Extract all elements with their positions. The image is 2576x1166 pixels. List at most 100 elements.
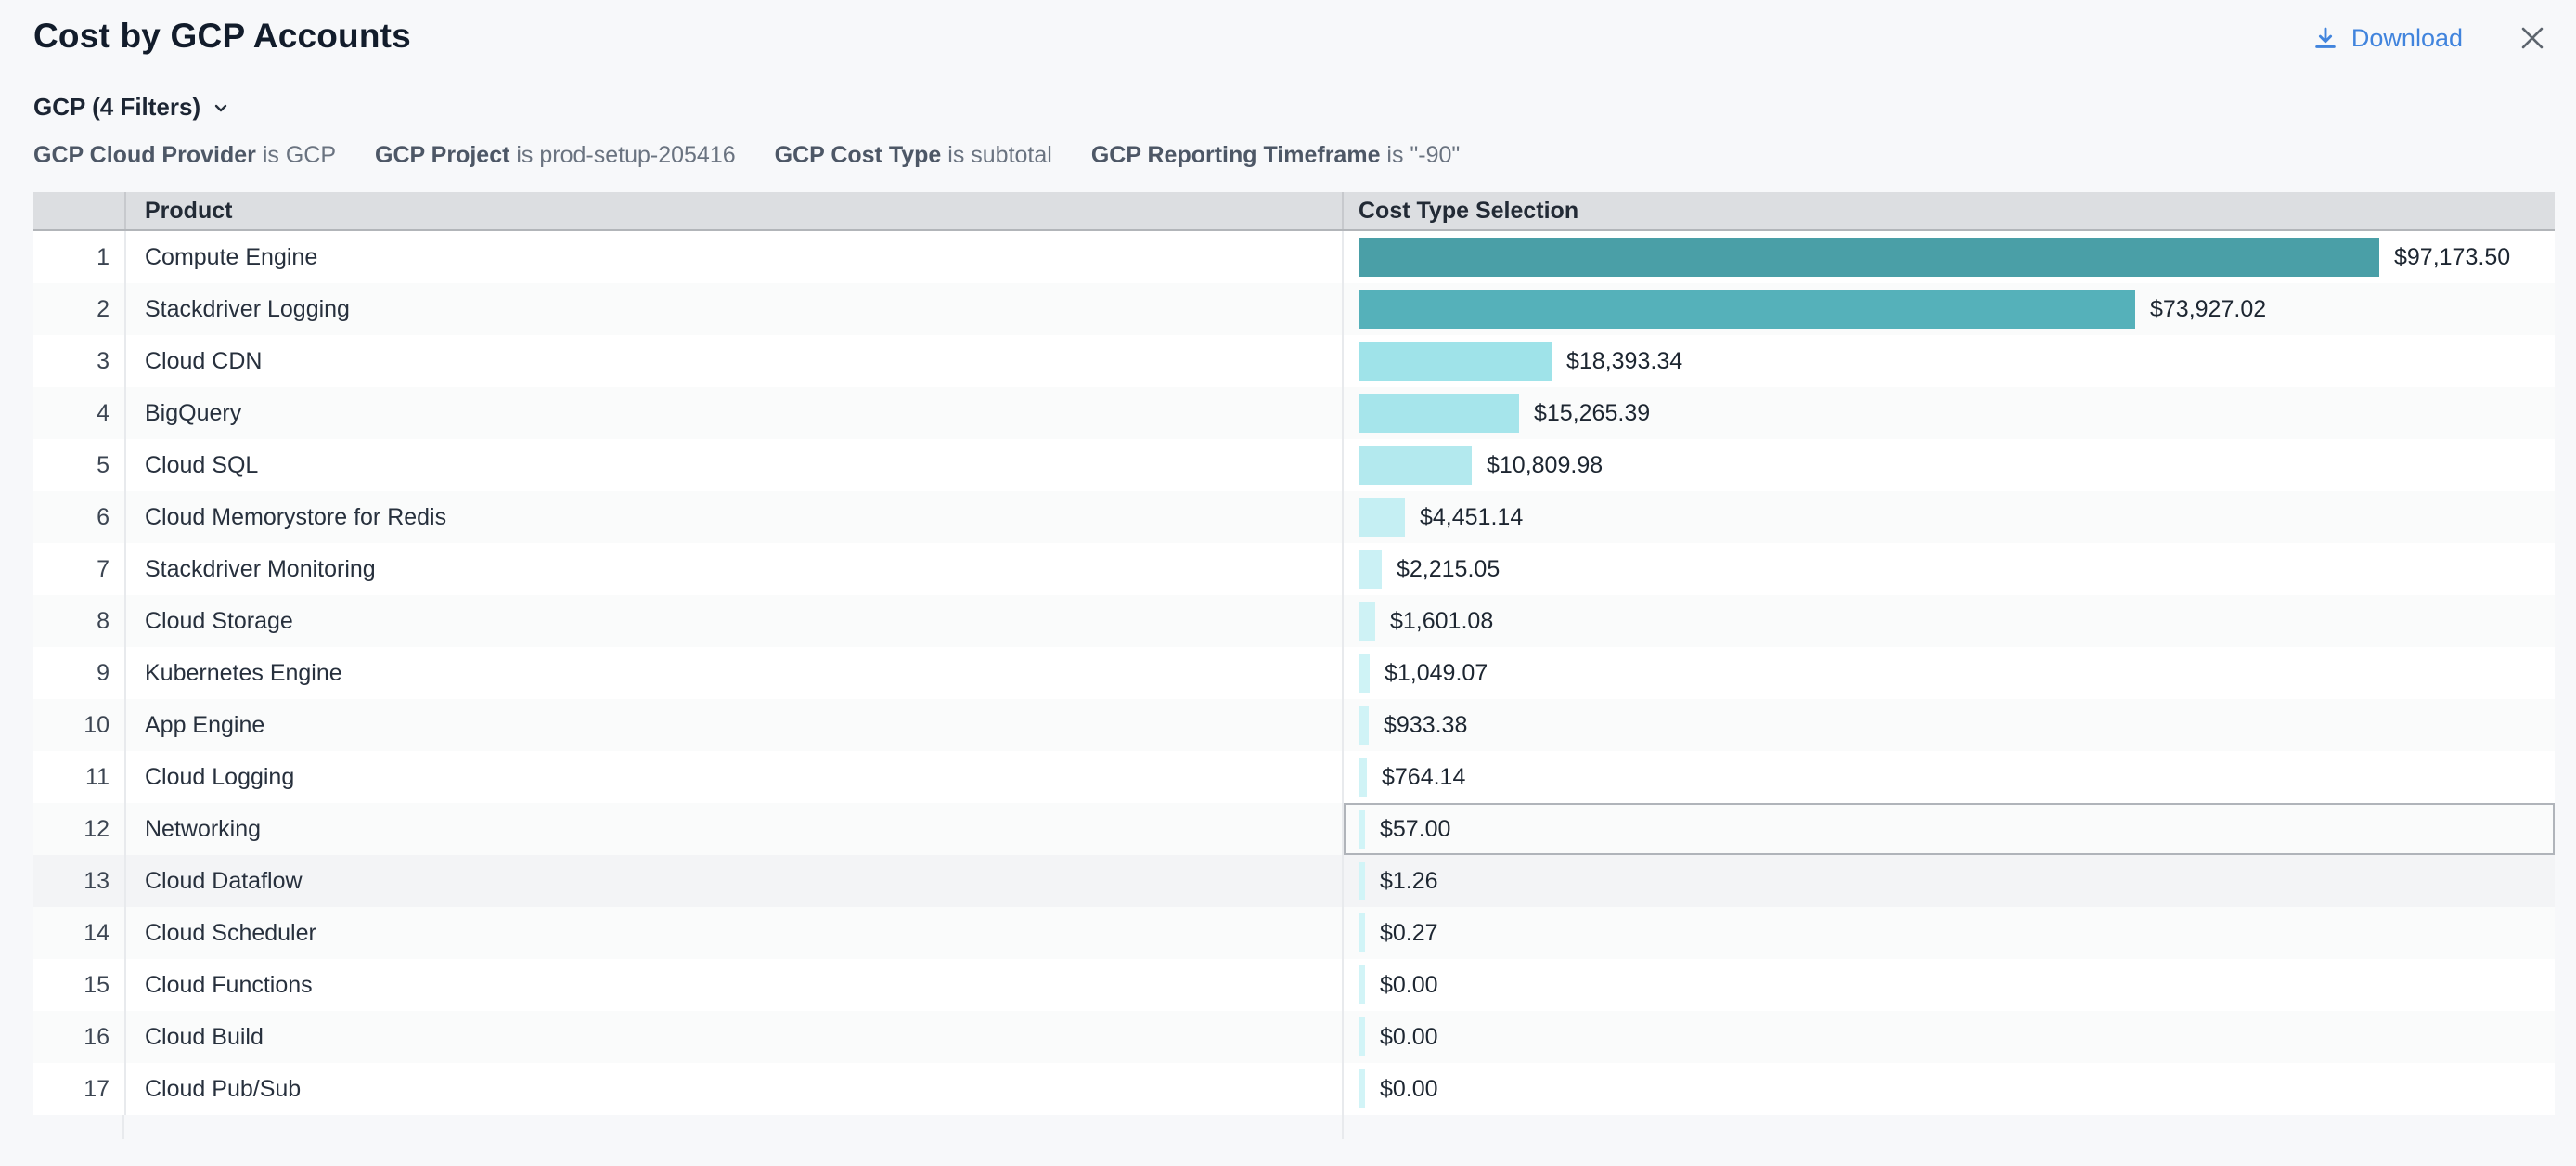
row-number-cell: 3 — [33, 335, 124, 387]
table-header-row: Product Cost Type Selection — [33, 192, 2555, 231]
product-cell[interactable]: Stackdriver Logging — [124, 283, 1342, 335]
product-cell[interactable]: Cloud SQL — [124, 439, 1342, 491]
product-cell[interactable]: Cloud Build — [124, 1011, 1342, 1063]
row-number-cell: 11 — [33, 751, 124, 803]
table-row[interactable]: 10 App Engine $933.38 — [33, 699, 2555, 751]
filters-summary-label: GCP (4 Filters) — [33, 93, 200, 122]
filters-dropdown[interactable]: GCP (4 Filters) — [33, 93, 2576, 122]
table-row[interactable]: 8 Cloud Storage $1,601.08 — [33, 595, 2555, 647]
cost-bar — [1359, 498, 1405, 537]
table-row[interactable]: 5 Cloud SQL $10,809.98 — [33, 439, 2555, 491]
cost-bar — [1359, 810, 1365, 849]
cost-cell[interactable]: $57.00 — [1342, 803, 2555, 855]
row-number-cell: 15 — [33, 959, 124, 1011]
cost-value-label: $0.00 — [1380, 1076, 1438, 1103]
product-cell[interactable]: BigQuery — [124, 387, 1342, 439]
table-row[interactable]: 6 Cloud Memorystore for Redis $4,451.14 — [33, 491, 2555, 543]
cost-value-label: $0.27 — [1380, 920, 1438, 947]
cost-value-label: $97,173.50 — [2394, 244, 2510, 271]
cost-cell[interactable]: $2,215.05 — [1342, 543, 2555, 595]
cost-cell[interactable]: $18,393.34 — [1342, 335, 2555, 387]
filter-chip: GCP Reporting Timeframe is "-90" — [1091, 142, 1460, 169]
row-number-cell: 6 — [33, 491, 124, 543]
product-cell[interactable]: App Engine — [124, 699, 1342, 751]
cost-by-gcp-accounts-modal: Cost by GCP Accounts Download GCP — [0, 0, 2576, 1166]
cost-value-label: $15,265.39 — [1534, 400, 1650, 427]
product-cell[interactable]: Cloud Scheduler — [124, 907, 1342, 959]
column-header-product[interactable]: Product — [124, 192, 1342, 229]
column-header-cost-type-selection[interactable]: Cost Type Selection — [1342, 192, 2555, 229]
table-row[interactable]: 16 Cloud Build $0.00 — [33, 1011, 2555, 1063]
cost-bar — [1359, 1017, 1365, 1056]
table-row[interactable]: 14 Cloud Scheduler $0.27 — [33, 907, 2555, 959]
row-number-cell: 14 — [33, 907, 124, 959]
product-cell[interactable]: Compute Engine — [124, 231, 1342, 283]
grid-line-stub — [122, 1115, 124, 1139]
cost-value-label: $10,809.98 — [1487, 452, 1603, 479]
cost-value-label: $0.00 — [1380, 1024, 1438, 1051]
row-number-cell: 16 — [33, 1011, 124, 1063]
table-row[interactable]: 15 Cloud Functions $0.00 — [33, 959, 2555, 1011]
cost-cell[interactable]: $0.27 — [1342, 907, 2555, 959]
download-button[interactable]: Download — [2312, 24, 2463, 53]
row-number-cell: 9 — [33, 647, 124, 699]
cost-bar — [1359, 1069, 1365, 1108]
cost-value-label: $4,451.14 — [1420, 504, 1523, 531]
product-cell[interactable]: Kubernetes Engine — [124, 647, 1342, 699]
cost-value-label: $1,049.07 — [1385, 660, 1488, 687]
cost-cell[interactable]: $0.00 — [1342, 959, 2555, 1011]
product-cell[interactable]: Cloud Logging — [124, 751, 1342, 803]
row-number-cell: 2 — [33, 283, 124, 335]
table-row[interactable]: 1 Compute Engine $97,173.50 — [33, 231, 2555, 283]
table-row[interactable]: 12 Networking $57.00 — [33, 803, 2555, 855]
cost-value-label: $18,393.34 — [1566, 348, 1682, 375]
table-row[interactable]: 13 Cloud Dataflow $1.26 — [33, 855, 2555, 907]
cost-cell[interactable]: $0.00 — [1342, 1011, 2555, 1063]
cost-bar — [1359, 654, 1370, 693]
cost-cell[interactable]: $73,927.02 — [1342, 283, 2555, 335]
table-row[interactable]: 9 Kubernetes Engine $1,049.07 — [33, 647, 2555, 699]
row-number-cell: 7 — [33, 543, 124, 595]
table-row[interactable]: 4 BigQuery $15,265.39 — [33, 387, 2555, 439]
table-row[interactable]: 3 Cloud CDN $18,393.34 — [33, 335, 2555, 387]
cost-cell[interactable]: $1,601.08 — [1342, 595, 2555, 647]
cost-cell[interactable]: $4,451.14 — [1342, 491, 2555, 543]
cost-bar — [1359, 758, 1367, 797]
cost-cell[interactable]: $10,809.98 — [1342, 439, 2555, 491]
filter-chip: GCP Cloud Provider is GCP — [33, 142, 336, 169]
product-cell[interactable]: Networking — [124, 803, 1342, 855]
table-row[interactable]: 17 Cloud Pub/Sub $0.00 — [33, 1063, 2555, 1115]
cost-bar — [1359, 913, 1365, 952]
cost-cell[interactable]: $764.14 — [1342, 751, 2555, 803]
table-body: 1 Compute Engine $97,173.50 2 Stackdrive… — [33, 231, 2555, 1115]
download-label: Download — [2351, 24, 2463, 53]
table-row[interactable]: 11 Cloud Logging $764.14 — [33, 751, 2555, 803]
cost-cell[interactable]: $0.00 — [1342, 1063, 2555, 1115]
product-cell[interactable]: Cloud Functions — [124, 959, 1342, 1011]
cost-cell[interactable]: $1,049.07 — [1342, 647, 2555, 699]
cost-cell[interactable]: $933.38 — [1342, 699, 2555, 751]
cost-value-label: $2,215.05 — [1397, 556, 1500, 583]
cost-cell[interactable]: $1.26 — [1342, 855, 2555, 907]
cost-cell[interactable]: $15,265.39 — [1342, 387, 2555, 439]
grid-line-stub — [1342, 1115, 1344, 1139]
cost-cell[interactable]: $97,173.50 — [1342, 231, 2555, 283]
cost-value-label: $1.26 — [1380, 868, 1438, 895]
table-row[interactable]: 7 Stackdriver Monitoring $2,215.05 — [33, 543, 2555, 595]
titlebar: Cost by GCP Accounts Download — [0, 0, 2576, 56]
product-cell[interactable]: Cloud Dataflow — [124, 855, 1342, 907]
row-number-cell: 4 — [33, 387, 124, 439]
product-cell[interactable]: Cloud Pub/Sub — [124, 1063, 1342, 1115]
cost-bar — [1359, 550, 1382, 589]
cost-value-label: $0.00 — [1380, 972, 1438, 999]
table-row[interactable]: 2 Stackdriver Logging $73,927.02 — [33, 283, 2555, 335]
page-title: Cost by GCP Accounts — [33, 17, 411, 56]
product-cell[interactable]: Cloud Storage — [124, 595, 1342, 647]
cost-value-label: $933.38 — [1384, 712, 1467, 739]
product-cell[interactable]: Cloud Memorystore for Redis — [124, 491, 1342, 543]
cost-bar — [1359, 446, 1472, 485]
product-cell[interactable]: Stackdriver Monitoring — [124, 543, 1342, 595]
close-button[interactable] — [2517, 22, 2548, 54]
cost-bar — [1359, 706, 1369, 745]
product-cell[interactable]: Cloud CDN — [124, 335, 1342, 387]
